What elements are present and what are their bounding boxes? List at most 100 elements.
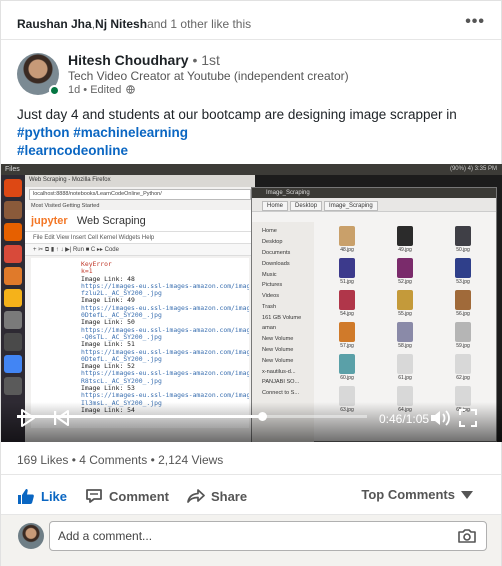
feed-post-card: Raushan Jha , Nj Nitesh and 1 other like… [0,0,502,566]
liker-name[interactable]: Nj Nitesh [95,17,147,31]
sidebar-place: Trash [262,303,277,310]
file-thumbnail [339,354,355,374]
social-proof-text: and 1 other like this [147,17,252,31]
file-name: 60.jpg [340,375,354,381]
file-name: 50.jpg [456,247,470,253]
file-thumbnail [455,322,471,342]
video-scrubber-handle[interactable] [258,412,267,421]
file-name: 59.jpg [456,343,470,349]
file-name: 49.jpg [398,247,412,253]
post-time-text: 1d • Edited [68,84,122,96]
bookmarks-bar: Most Visited Getting Started [31,203,100,209]
file-thumbnail [339,258,355,278]
video-time: 0:46/1:05 [379,412,430,426]
file-thumbnail [397,322,413,342]
more-horizontal-icon[interactable]: ••• [465,13,485,31]
file-thumbnail [397,354,413,374]
file-name: 58.jpg [398,343,412,349]
browser-url: localhost:8888/notebooks/LearnCodeOnline… [29,189,251,200]
hashtag-link[interactable]: #learncodeonline [17,142,487,160]
file-name: 51.jpg [340,279,354,285]
file-thumbnail [455,226,471,246]
sidebar-place: New Volume [262,336,294,343]
file-name: 62.jpg [456,375,470,381]
file-tile: 60.jpg [318,352,376,384]
sidebar-place: 161 GB Volume [262,314,302,321]
file-manager-title: Image_Scraping [252,188,496,198]
comment-sort-label: Top Comments [361,487,455,502]
online-status-icon [49,85,60,96]
skip-back-icon[interactable] [51,408,71,428]
file-tile: 52.jpg [376,256,434,288]
file-tile: 51.jpg [318,256,376,288]
sidebar-place: Connect to S... [262,390,300,397]
file-thumbnail [455,290,471,310]
notebook-title: Web Scraping [76,215,146,227]
file-tile: 54.jpg [318,288,376,320]
file-tile: 57.jpg [318,320,376,352]
ubuntu-icon [4,179,22,197]
path-button: Home [262,201,289,211]
sidebar-place: aman [262,325,276,332]
post-timestamp: 1d • Edited [68,84,136,96]
post-text: Just day 4 and students at our bootcamp … [17,107,457,122]
viewer-avatar [18,523,44,549]
sidebar-place: Home [262,228,277,235]
file-tile: 61.jpg [376,352,434,384]
file-name: 54.jpg [340,311,354,317]
file-thumbnail [397,290,413,310]
file-name: 53.jpg [456,279,470,285]
file-name: 48.jpg [340,247,354,253]
camera-icon[interactable] [458,528,476,544]
social-proof: Raushan Jha , Nj Nitesh and 1 other like… [17,13,485,33]
jupyter-toolbar: + ✂ ⧉ ▮ ↑ ↓ ▶| Run ■ C ▸▸ Code [25,244,255,256]
file-tile: 49.jpg [376,224,434,256]
file-thumbnail [455,258,471,278]
sidebar-place: PANJABI SO... [262,379,300,386]
hashtag-links[interactable]: #python #machinelearning [17,124,487,142]
share-arrow-icon [187,489,205,503]
video-progress-bar[interactable] [17,415,367,418]
divider [1,39,501,40]
software-center-icon [4,267,22,285]
connection-degree: • 1st [188,52,220,68]
file-thumbnail [397,258,413,278]
comment-input[interactable]: Add a comment... [49,521,487,551]
file-thumbnail [339,290,355,310]
jupyter-menu: File Edit View Insert Cell Kernel Widget… [25,232,255,244]
volume-icon[interactable] [429,408,451,428]
social-actions: Like Comment Share [17,486,265,506]
file-tile: 48.jpg [318,224,376,256]
browser-title: Web Scraping - Mozilla Firefox [25,175,255,187]
desktop-tray: (90%) 4) 3:35 PM [449,166,497,172]
settings-icon [4,311,22,329]
fullscreen-icon[interactable] [459,409,477,427]
sidebar-place: Desktop [262,239,283,246]
liker-name[interactable]: Raushan Jha [17,17,92,31]
sidebar-place: New Volume [262,346,294,353]
caret-down-icon [461,490,473,499]
comment-sort-dropdown[interactable]: Top Comments [361,487,473,502]
comment-button[interactable]: Comment [85,488,169,504]
trash-icon [4,377,22,395]
author-name-text[interactable]: Hitesh Choudhary [68,52,189,68]
file-manager-path: Home Desktop Image_Scraping [252,198,496,212]
file-name: 56.jpg [456,311,470,317]
jupyter-header: jupyter Web Scraping [25,210,255,232]
desktop-topbar-title: Files [5,166,20,173]
play-icon[interactable] [17,408,37,428]
social-counts[interactable]: 169 Likes • 4 Comments • 2,124 Views [17,453,223,467]
path-button: Desktop [290,201,323,211]
video-player[interactable]: Files (90%) 4) 3:35 PM Web Scraping - Mo… [1,164,502,442]
file-thumbnail [339,322,355,342]
author-name[interactable]: Hitesh Choudhary • 1st [68,52,220,68]
like-button[interactable]: Like [17,488,67,505]
terminal-icon [4,333,22,351]
file-name: 61.jpg [398,375,412,381]
path-button: Image_Scraping [324,201,378,211]
file-tile: 59.jpg [434,320,492,352]
share-button[interactable]: Share [187,488,247,504]
sidebar-place: Pictures [262,282,283,289]
file-tile: 53.jpg [434,256,492,288]
file-thumbnail [455,354,471,374]
